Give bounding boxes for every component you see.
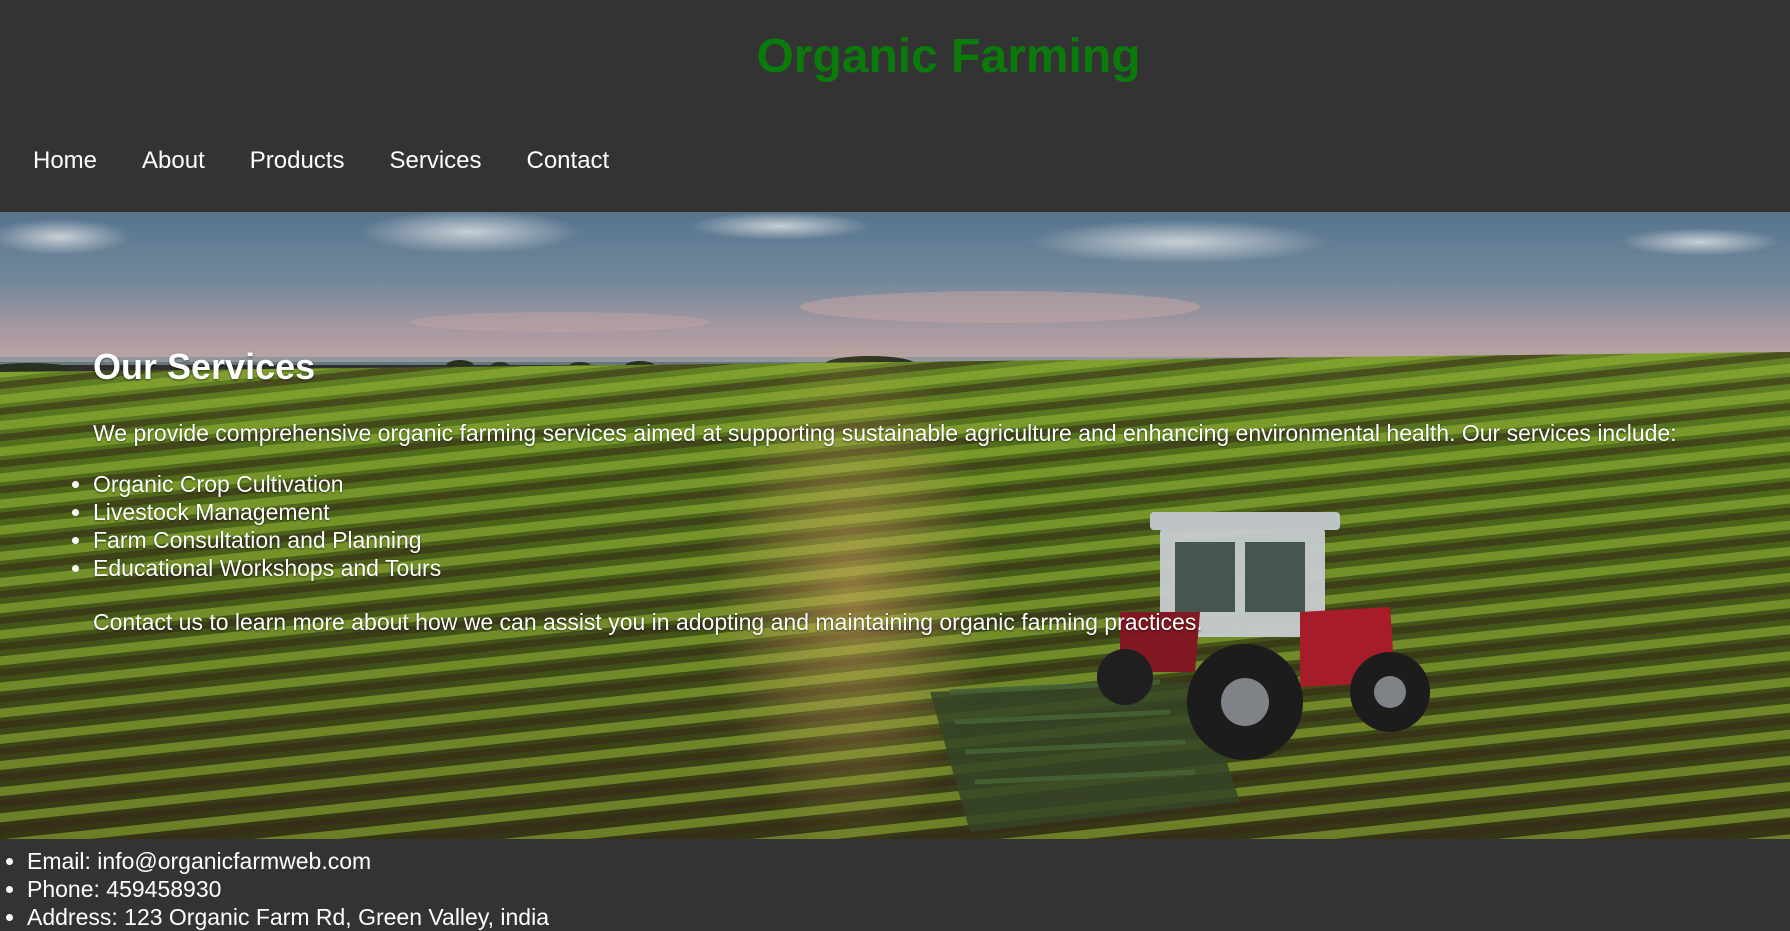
services-cta: Contact us to learn more about how we ca…	[93, 609, 1203, 635]
nav-link-services[interactable]: Services	[389, 147, 481, 174]
nav-link-home[interactable]: Home	[33, 147, 97, 174]
service-item: Livestock Management	[93, 498, 441, 526]
nav-link-contact[interactable]: Contact	[527, 147, 610, 174]
site-footer: Email: info@organicfarmweb.com Phone: 45…	[0, 839, 1790, 931]
nav-item-products: Products	[250, 146, 390, 176]
services-heading: Our Services	[93, 346, 316, 387]
nav-link-about[interactable]: About	[142, 147, 205, 174]
nav-item-contact: Contact	[527, 146, 655, 176]
services-hero: Our Services We provide comprehensive or…	[0, 212, 1790, 839]
contact-list: Email: info@organicfarmweb.com Phone: 45…	[27, 847, 549, 931]
nav-link-products[interactable]: Products	[250, 147, 345, 174]
main-nav: Home About Products Services Contact	[33, 146, 654, 176]
contact-phone: Phone: 459458930	[27, 875, 549, 903]
service-item: Educational Workshops and Tours	[93, 554, 441, 582]
services-intro: We provide comprehensive organic farming…	[93, 420, 1677, 446]
service-item: Organic Crop Cultivation	[93, 470, 441, 498]
services-section: Our Services We provide comprehensive or…	[0, 212, 1790, 839]
site-header: Organic Farming Home About Products Serv…	[0, 0, 1790, 212]
contact-address: Address: 123 Organic Farm Rd, Green Vall…	[27, 903, 549, 931]
services-list: Organic Crop Cultivation Livestock Manag…	[93, 470, 441, 582]
contact-email: Email: info@organicfarmweb.com	[27, 847, 549, 875]
service-item: Farm Consultation and Planning	[93, 526, 441, 554]
nav-item-home: Home	[33, 146, 142, 176]
nav-item-services: Services	[389, 146, 526, 176]
nav-item-about: About	[142, 146, 250, 176]
site-title: Organic Farming	[756, 30, 1141, 83]
